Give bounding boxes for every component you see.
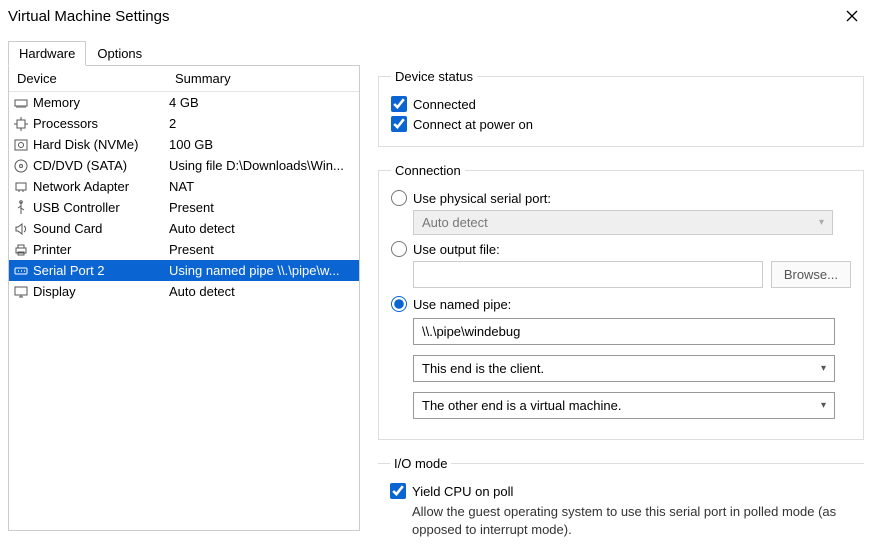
device-summary: Auto detect [169,221,355,236]
list-item[interactable]: USB Controller Present [9,197,359,218]
use-physical-radio-row[interactable]: Use physical serial port: [391,190,851,206]
usb-icon [13,200,29,216]
list-item[interactable]: Processors 2 [9,113,359,134]
col-summary-header[interactable]: Summary [167,66,359,91]
connect-poweron-checkbox-row[interactable]: Connect at power on [391,116,851,132]
device-name: Memory [33,95,169,110]
window-title: Virtual Machine Settings [8,8,169,25]
pipe-end1-value: This end is the client. [422,361,544,376]
list-item[interactable]: Display Auto detect [9,281,359,302]
cddvd-icon [13,158,29,174]
yield-cpu-checkbox-row[interactable]: Yield CPU on poll [390,483,852,499]
device-summary: Auto detect [169,284,355,299]
named-pipe-input[interactable]: \\.\pipe\windebug [413,318,835,345]
list-item[interactable]: Network Adapter NAT [9,176,359,197]
use-named-pipe-radio-row[interactable]: Use named pipe: [391,296,851,312]
device-name: USB Controller [33,200,169,215]
device-name: Processors [33,116,169,131]
device-name: CD/DVD (SATA) [33,158,169,173]
device-name: Network Adapter [33,179,169,194]
connected-checkbox-row[interactable]: Connected [391,96,851,112]
pipe-end2-select[interactable]: The other end is a virtual machine. ▾ [413,392,835,419]
use-output-radio[interactable] [391,241,407,257]
use-output-label: Use output file: [413,242,500,257]
device-name: Serial Port 2 [33,263,169,278]
list-item[interactable]: Sound Card Auto detect [9,218,359,239]
io-mode-group: I/O mode Yield CPU on poll Allow the gue… [378,456,864,538]
device-summary: Present [169,242,355,257]
browse-button[interactable]: Browse... [771,261,851,288]
network-icon [13,179,29,195]
physical-port-select[interactable]: Auto detect ▾ [413,210,833,235]
device-status-group: Device status Connected Connect at power… [378,69,864,147]
list-header: Device Summary [9,66,359,92]
connection-group: Connection Use physical serial port: Aut… [378,163,864,440]
list-item[interactable]: Hard Disk (NVMe) 100 GB [9,134,359,155]
list-item[interactable]: Memory 4 GB [9,92,359,113]
pipe-end2-value: The other end is a virtual machine. [422,398,621,413]
tab-hardware[interactable]: Hardware [8,41,86,66]
device-status-legend: Device status [391,69,477,84]
device-name: Printer [33,242,169,257]
device-name: Hard Disk (NVMe) [33,137,169,152]
connect-poweron-checkbox[interactable] [391,116,407,132]
harddisk-icon [13,137,29,153]
col-device-header[interactable]: Device [9,66,167,91]
yield-cpu-label: Yield CPU on poll [412,484,513,499]
close-icon [846,10,858,22]
chevron-down-icon: ▾ [821,400,826,411]
device-list: Device Summary Memory 4 GB Processors 2 … [8,65,360,531]
connect-poweron-label: Connect at power on [413,117,533,132]
use-named-pipe-radio[interactable] [391,296,407,312]
device-name: Display [33,284,169,299]
list-item[interactable]: Printer Present [9,239,359,260]
use-output-radio-row[interactable]: Use output file: [391,241,851,257]
memory-icon [13,95,29,111]
device-summary: 4 GB [169,95,355,110]
chevron-down-icon: ▾ [821,363,826,374]
list-item[interactable]: Serial Port 2 Using named pipe \\.\pipe\… [9,260,359,281]
yield-cpu-checkbox[interactable] [390,483,406,499]
device-summary: Using file D:\Downloads\Win... [169,158,355,173]
use-physical-radio[interactable] [391,190,407,206]
display-icon [13,284,29,300]
settings-tabs: Hardware Options [0,30,872,65]
sound-icon [13,221,29,237]
device-name: Sound Card [33,221,169,236]
processors-icon [13,116,29,132]
connected-label: Connected [413,97,476,112]
list-item[interactable]: CD/DVD (SATA) Using file D:\Downloads\Wi… [9,155,359,176]
close-button[interactable] [840,6,864,26]
use-physical-label: Use physical serial port: [413,191,551,206]
device-summary: Using named pipe \\.\pipe\w... [169,263,355,278]
physical-port-value: Auto detect [422,215,488,230]
serial-icon [13,263,29,279]
device-summary: Present [169,200,355,215]
pipe-end1-select[interactable]: This end is the client. ▾ [413,355,835,382]
yield-cpu-help: Allow the guest operating system to use … [412,503,852,538]
device-summary: 100 GB [169,137,355,152]
connected-checkbox[interactable] [391,96,407,112]
printer-icon [13,242,29,258]
use-named-pipe-label: Use named pipe: [413,297,511,312]
connection-legend: Connection [391,163,465,178]
device-summary: NAT [169,179,355,194]
device-summary: 2 [169,116,355,131]
output-file-input[interactable] [413,261,763,288]
chevron-down-icon: ▾ [819,217,824,228]
tab-options[interactable]: Options [86,41,153,66]
io-mode-legend: I/O mode [390,456,451,471]
